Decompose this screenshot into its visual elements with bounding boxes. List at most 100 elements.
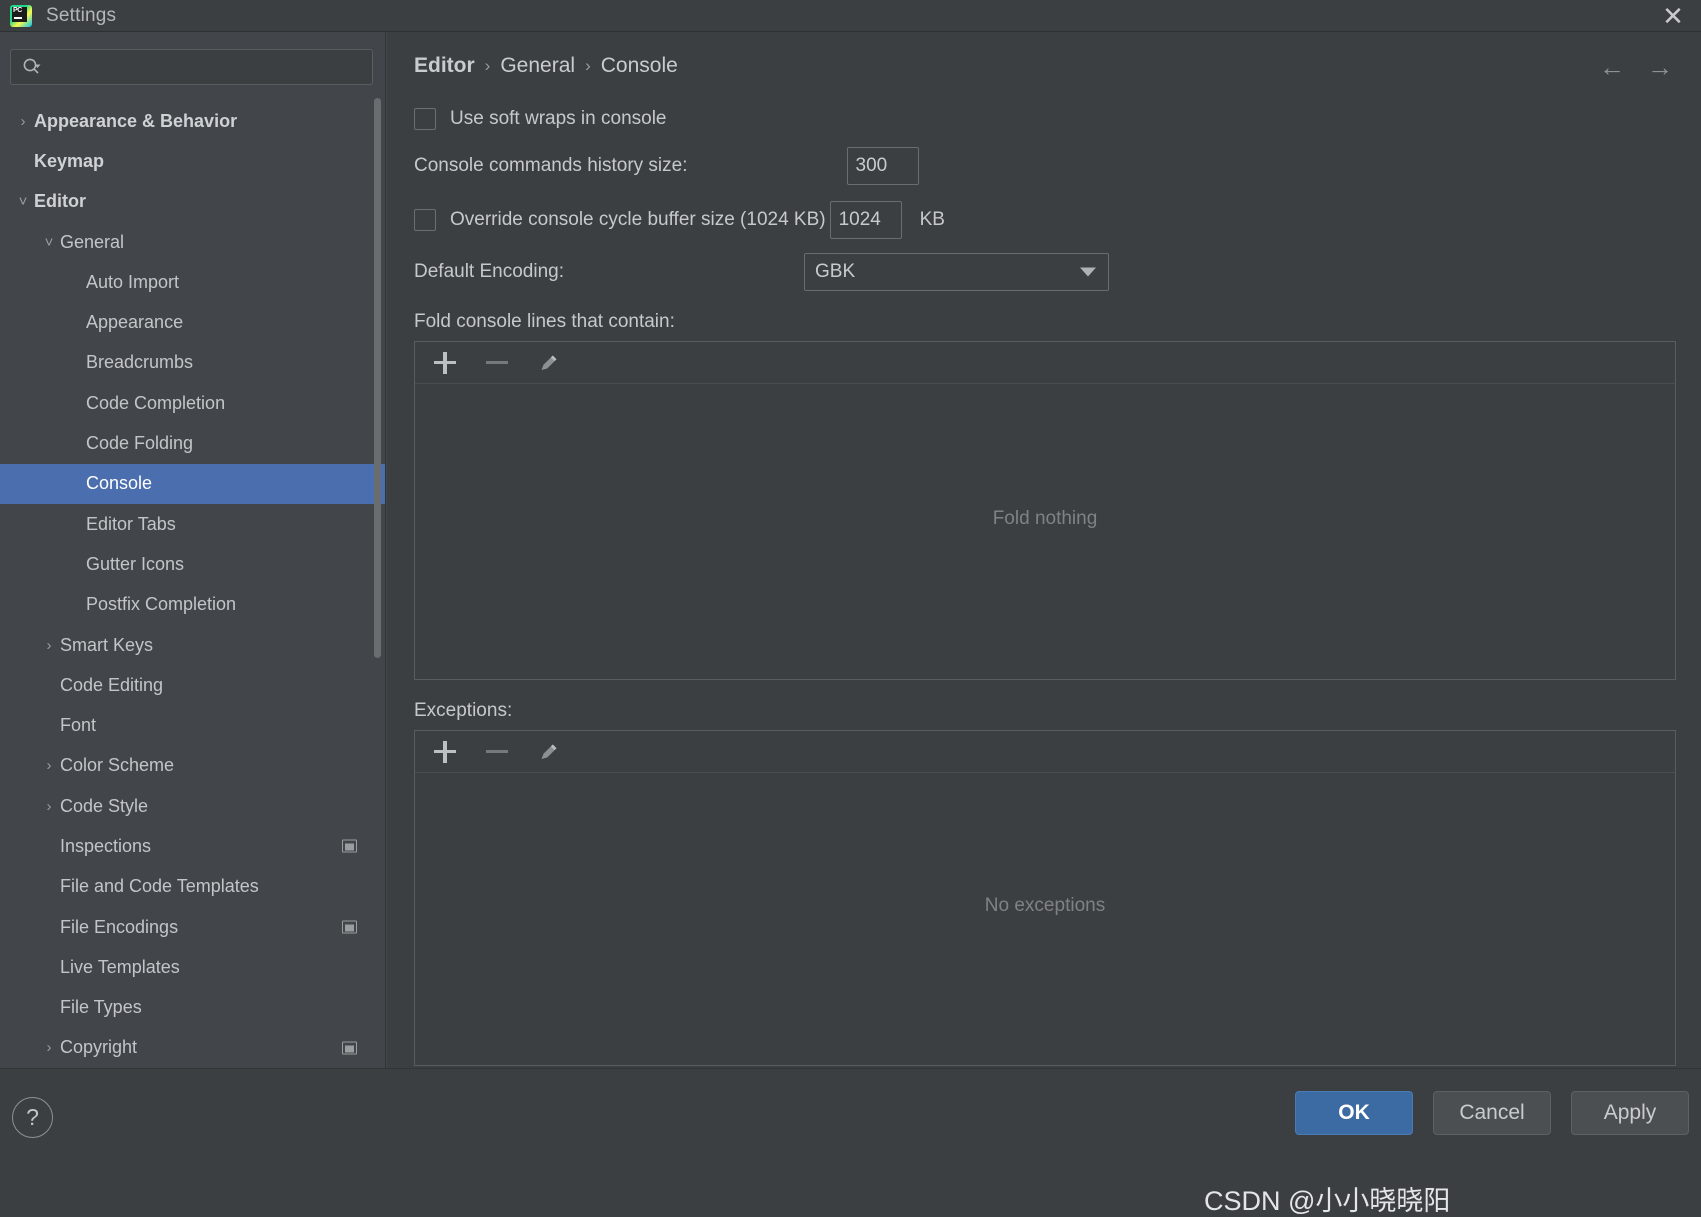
remove-icon	[486, 360, 508, 365]
sidebar-item-label: Copyright	[60, 1037, 138, 1058]
project-scope-badge-icon	[342, 1041, 357, 1055]
sidebar-item-label: Editor Tabs	[86, 513, 176, 534]
sidebar-item-label: File and Code Templates	[60, 876, 259, 897]
exceptions-add-button[interactable]	[433, 740, 457, 764]
chevron-right-icon[interactable]: ›	[38, 757, 60, 774]
sidebar-item-copyright[interactable]: › Copyright	[0, 1028, 385, 1068]
soft-wraps-checkbox[interactable]	[414, 108, 436, 130]
ok-button[interactable]: OK	[1295, 1091, 1413, 1135]
project-scope-badge-icon	[342, 920, 357, 934]
arrow-left-icon[interactable]: ←	[1599, 54, 1625, 80]
chevron-right-icon[interactable]: ›	[12, 113, 34, 130]
exceptions-edit-button[interactable]	[537, 740, 561, 764]
sidebar-item-code-folding[interactable]: Code Folding	[0, 423, 385, 463]
fold-list-body[interactable]: Fold nothing	[415, 384, 1675, 679]
chevron-right-icon[interactable]: ›	[38, 637, 60, 654]
sidebar-item-label: Editor	[34, 191, 86, 212]
fold-list-panel: Fold nothing	[414, 341, 1676, 680]
encoding-selected-value: GBK	[815, 261, 856, 282]
sidebar-item-label: Code Folding	[86, 433, 194, 454]
search-input[interactable]	[49, 58, 364, 76]
chevron-down-icon[interactable]: ˅	[12, 193, 34, 210]
exceptions-list-panel: No exceptions	[414, 730, 1676, 1066]
sidebar-item-code-style[interactable]: › Code Style	[0, 786, 385, 826]
exceptions-list-body[interactable]: No exceptions	[415, 773, 1675, 1065]
sidebar-item-gutter-icons[interactable]: Gutter Icons	[0, 544, 385, 584]
fold-list-toolbar	[415, 342, 1675, 384]
edit-pencil-icon	[541, 355, 557, 370]
sidebar-item-code-completion[interactable]: Code Completion	[0, 383, 385, 423]
apply-button[interactable]: Apply	[1571, 1091, 1689, 1135]
edit-pencil-icon	[541, 744, 557, 759]
sidebar-item-label: Gutter Icons	[86, 553, 185, 574]
chevron-down-icon[interactable]: ˅	[38, 234, 60, 251]
dialog-buttons: OK Cancel Apply	[1295, 1091, 1689, 1135]
sidebar-item-label: File Encodings	[60, 916, 179, 937]
override-buffer-label: Override console cycle buffer size (1024…	[450, 209, 826, 230]
sidebar-item-appearance[interactable]: Appearance	[0, 302, 385, 342]
chevron-right-icon[interactable]: ›	[38, 798, 60, 815]
settings-sidebar: › Appearance & Behavior Keymap ˅ Editor ˅ Gene…	[0, 32, 386, 1068]
sidebar-item-color-scheme[interactable]: › Color Scheme	[0, 746, 385, 786]
sidebar-item-label: Code Style	[60, 795, 149, 816]
chevron-right-icon[interactable]: ›	[38, 1039, 60, 1056]
sidebar-item-file-and-code-templates[interactable]: File and Code Templates	[0, 867, 385, 907]
sidebar-item-label: Auto Import	[86, 271, 180, 292]
sidebar-item-editor[interactable]: ˅ Editor	[0, 182, 385, 222]
sidebar-item-inspections[interactable]: Inspections	[0, 826, 385, 866]
encoding-row: Default Encoding: GBK	[414, 253, 1701, 291]
project-scope-badge-icon	[342, 839, 357, 853]
sidebar-item-label: Inspections	[60, 835, 152, 856]
console-settings-content: Use soft wraps in console Console comman…	[414, 104, 1701, 1066]
title-bar: PC Settings ✕	[0, 0, 1701, 32]
sidebar-item-label: Postfix Completion	[86, 594, 237, 615]
buffer-size-input[interactable]	[829, 201, 902, 239]
sidebar-item-label: File Types	[60, 997, 142, 1018]
sidebar-scrollbar[interactable]	[374, 98, 381, 658]
history-size-input[interactable]	[846, 147, 919, 185]
sidebar-item-file-encodings[interactable]: File Encodings	[0, 907, 385, 947]
fold-remove-button[interactable]	[485, 351, 509, 375]
sidebar-item-font[interactable]: Font	[0, 705, 385, 745]
sidebar-item-label: Live Templates	[60, 956, 180, 977]
sidebar-item-code-editing[interactable]: Code Editing	[0, 665, 385, 705]
help-icon[interactable]: ?	[12, 1097, 53, 1138]
cancel-button[interactable]: Cancel	[1433, 1091, 1551, 1135]
exceptions-remove-button[interactable]	[485, 740, 509, 764]
sidebar-item-label: Color Scheme	[60, 755, 175, 776]
sidebar-item-smart-keys[interactable]: › Smart Keys	[0, 625, 385, 665]
override-buffer-checkbox[interactable]	[414, 209, 436, 231]
soft-wraps-label: Use soft wraps in console	[450, 108, 667, 129]
close-icon[interactable]: ✕	[1645, 0, 1701, 32]
breadcrumb-item-editor[interactable]: Editor	[414, 54, 475, 78]
sidebar-item-appearance-behavior[interactable]: › Appearance & Behavior	[0, 101, 385, 141]
sidebar-item-console[interactable]: Console	[0, 463, 385, 504]
sidebar-item-file-types[interactable]: File Types	[0, 988, 385, 1028]
encoding-select[interactable]: GBK	[804, 253, 1109, 291]
sidebar-item-postfix-completion[interactable]: Postfix Completion	[0, 585, 385, 625]
fold-empty-text: Fold nothing	[992, 508, 1098, 529]
sidebar-item-keymap[interactable]: Keymap	[0, 141, 385, 181]
breadcrumb: Editor › General › Console	[414, 54, 678, 78]
sidebar-item-general[interactable]: ˅ General	[0, 222, 385, 262]
search-box[interactable]	[10, 49, 373, 85]
sidebar-item-live-templates[interactable]: Live Templates	[0, 947, 385, 987]
sidebar-item-breadcrumbs[interactable]: Breadcrumbs	[0, 343, 385, 383]
sidebar-item-editor-tabs[interactable]: Editor Tabs	[0, 504, 385, 544]
history-size-label: Console commands history size:	[414, 155, 688, 176]
settings-tree: › Appearance & Behavior Keymap ˅ Editor ˅ Gene…	[0, 101, 385, 1068]
exceptions-section-label: Exceptions:	[414, 700, 513, 721]
fold-edit-button[interactable]	[537, 351, 561, 375]
fold-add-button[interactable]	[433, 351, 457, 375]
breadcrumb-item-general[interactable]: General	[500, 54, 575, 78]
exceptions-empty-text: No exceptions	[984, 895, 1106, 916]
search-container	[0, 32, 385, 85]
breadcrumb-item-console: Console	[600, 54, 678, 77]
sidebar-item-auto-import[interactable]: Auto Import	[0, 262, 385, 302]
sidebar-item-label: Breadcrumbs	[86, 352, 194, 373]
encoding-label: Default Encoding:	[414, 261, 564, 282]
sidebar-item-label: Appearance	[86, 312, 184, 333]
navigation-arrows: ← →	[1599, 54, 1673, 80]
soft-wraps-row: Use soft wraps in console	[414, 104, 1701, 134]
arrow-right-icon[interactable]: →	[1647, 54, 1673, 80]
